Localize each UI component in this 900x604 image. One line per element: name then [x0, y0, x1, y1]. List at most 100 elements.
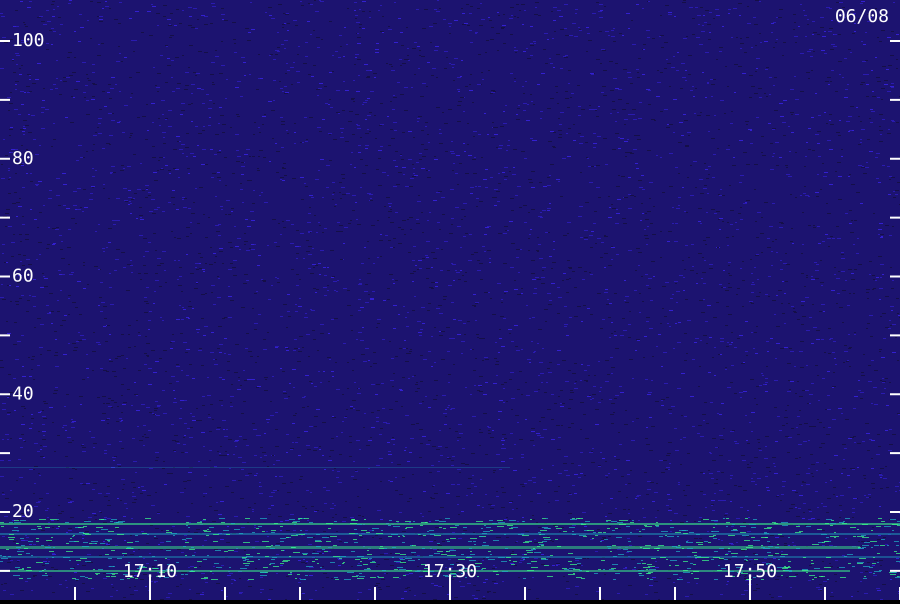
noise-speck — [817, 519, 820, 520]
noise-speck — [177, 141, 179, 142]
noise-speck — [71, 272, 74, 273]
noise-speck — [46, 49, 49, 50]
noise-speck — [816, 339, 820, 340]
noise-speck — [806, 142, 808, 143]
noise-speck — [774, 314, 776, 315]
noise-speck — [226, 200, 230, 201]
noise-speck — [753, 348, 755, 349]
noise-speck — [186, 317, 189, 318]
noise-speck — [212, 573, 214, 574]
noise-speck — [21, 424, 25, 425]
noise-speck — [70, 122, 74, 123]
noise-speck — [667, 453, 671, 454]
noise-speck — [707, 83, 709, 84]
noise-speck — [836, 132, 840, 133]
noise-speck — [12, 203, 16, 204]
noise-speck — [285, 504, 289, 505]
noise-speck — [556, 565, 558, 566]
noise-speck — [807, 24, 809, 25]
noise-speck — [842, 77, 844, 78]
noise-speck — [177, 238, 181, 239]
noise-speck — [503, 123, 507, 124]
noise-speck — [476, 334, 479, 335]
noise-speck — [55, 352, 58, 353]
noise-speck — [163, 16, 166, 17]
noise-speck — [758, 448, 761, 449]
noise-speck — [338, 565, 341, 566]
noise-speck — [791, 132, 794, 133]
noise-speck — [434, 159, 438, 160]
noise-speck — [151, 199, 155, 200]
noise-speck — [473, 370, 476, 371]
noise-speck — [890, 267, 892, 268]
noise-speck — [66, 77, 70, 78]
noise-speck — [6, 213, 9, 214]
noise-speck — [806, 275, 808, 276]
noise-speck — [517, 108, 520, 109]
noise-speck — [614, 469, 617, 470]
noise-speck — [291, 84, 293, 85]
noise-speck — [17, 341, 21, 342]
noise-speck — [218, 326, 222, 327]
noise-speck — [719, 455, 723, 456]
noise-speck — [402, 477, 405, 478]
noise-speck — [143, 256, 145, 257]
noise-speck — [556, 564, 560, 565]
noise-speck — [816, 470, 818, 471]
noise-speck — [224, 157, 227, 158]
noise-speck — [307, 449, 311, 450]
noise-speck — [667, 124, 669, 125]
noise-speck — [41, 107, 45, 108]
noise-speck — [705, 52, 709, 53]
noise-speck — [528, 589, 531, 590]
noise-speck — [65, 456, 68, 457]
noise-speck — [294, 143, 296, 144]
noise-speck — [745, 321, 748, 322]
noise-speck — [816, 587, 820, 588]
noise-speck — [683, 0, 686, 1]
noise-speck — [761, 373, 763, 374]
noise-speck — [9, 129, 13, 130]
noise-speck — [179, 305, 181, 306]
noise-speck — [873, 213, 875, 214]
noise-speck — [880, 316, 882, 317]
noise-speck — [395, 151, 398, 152]
noise-speck — [135, 11, 139, 12]
noise-speck — [421, 307, 425, 308]
noise-speck — [483, 582, 486, 583]
noise-speck — [185, 540, 187, 541]
noise-speck — [243, 62, 246, 63]
noise-speck — [226, 436, 228, 437]
noise-speck — [645, 274, 648, 275]
noise-speck — [676, 291, 680, 292]
noise-speck — [131, 199, 134, 200]
noise-speck — [838, 34, 841, 35]
noise-speck — [56, 178, 60, 179]
noise-speck — [239, 593, 242, 594]
noise-speck — [753, 553, 756, 554]
noise-speck — [494, 358, 497, 359]
noise-speck — [358, 563, 360, 564]
noise-speck — [686, 485, 690, 486]
noise-speck — [379, 589, 382, 590]
noise-speck — [501, 461, 505, 462]
noise-speck — [465, 86, 468, 87]
noise-speck — [332, 276, 335, 277]
noise-speck — [461, 60, 463, 61]
noise-speck — [443, 413, 447, 414]
noise-speck — [853, 293, 855, 294]
noise-speck — [611, 259, 613, 260]
noise-speck — [630, 83, 633, 84]
noise-speck — [781, 551, 783, 552]
noise-speck — [426, 241, 430, 242]
noise-speck — [792, 243, 794, 244]
noise-speck — [210, 247, 212, 248]
noise-speck — [646, 444, 650, 445]
noise-speck — [733, 8, 737, 9]
noise-speck — [791, 114, 793, 115]
noise-speck — [245, 475, 249, 476]
noise-speck — [68, 343, 70, 344]
noise-speck — [577, 565, 581, 566]
noise-speck — [254, 122, 256, 123]
noise-speck — [719, 559, 723, 560]
